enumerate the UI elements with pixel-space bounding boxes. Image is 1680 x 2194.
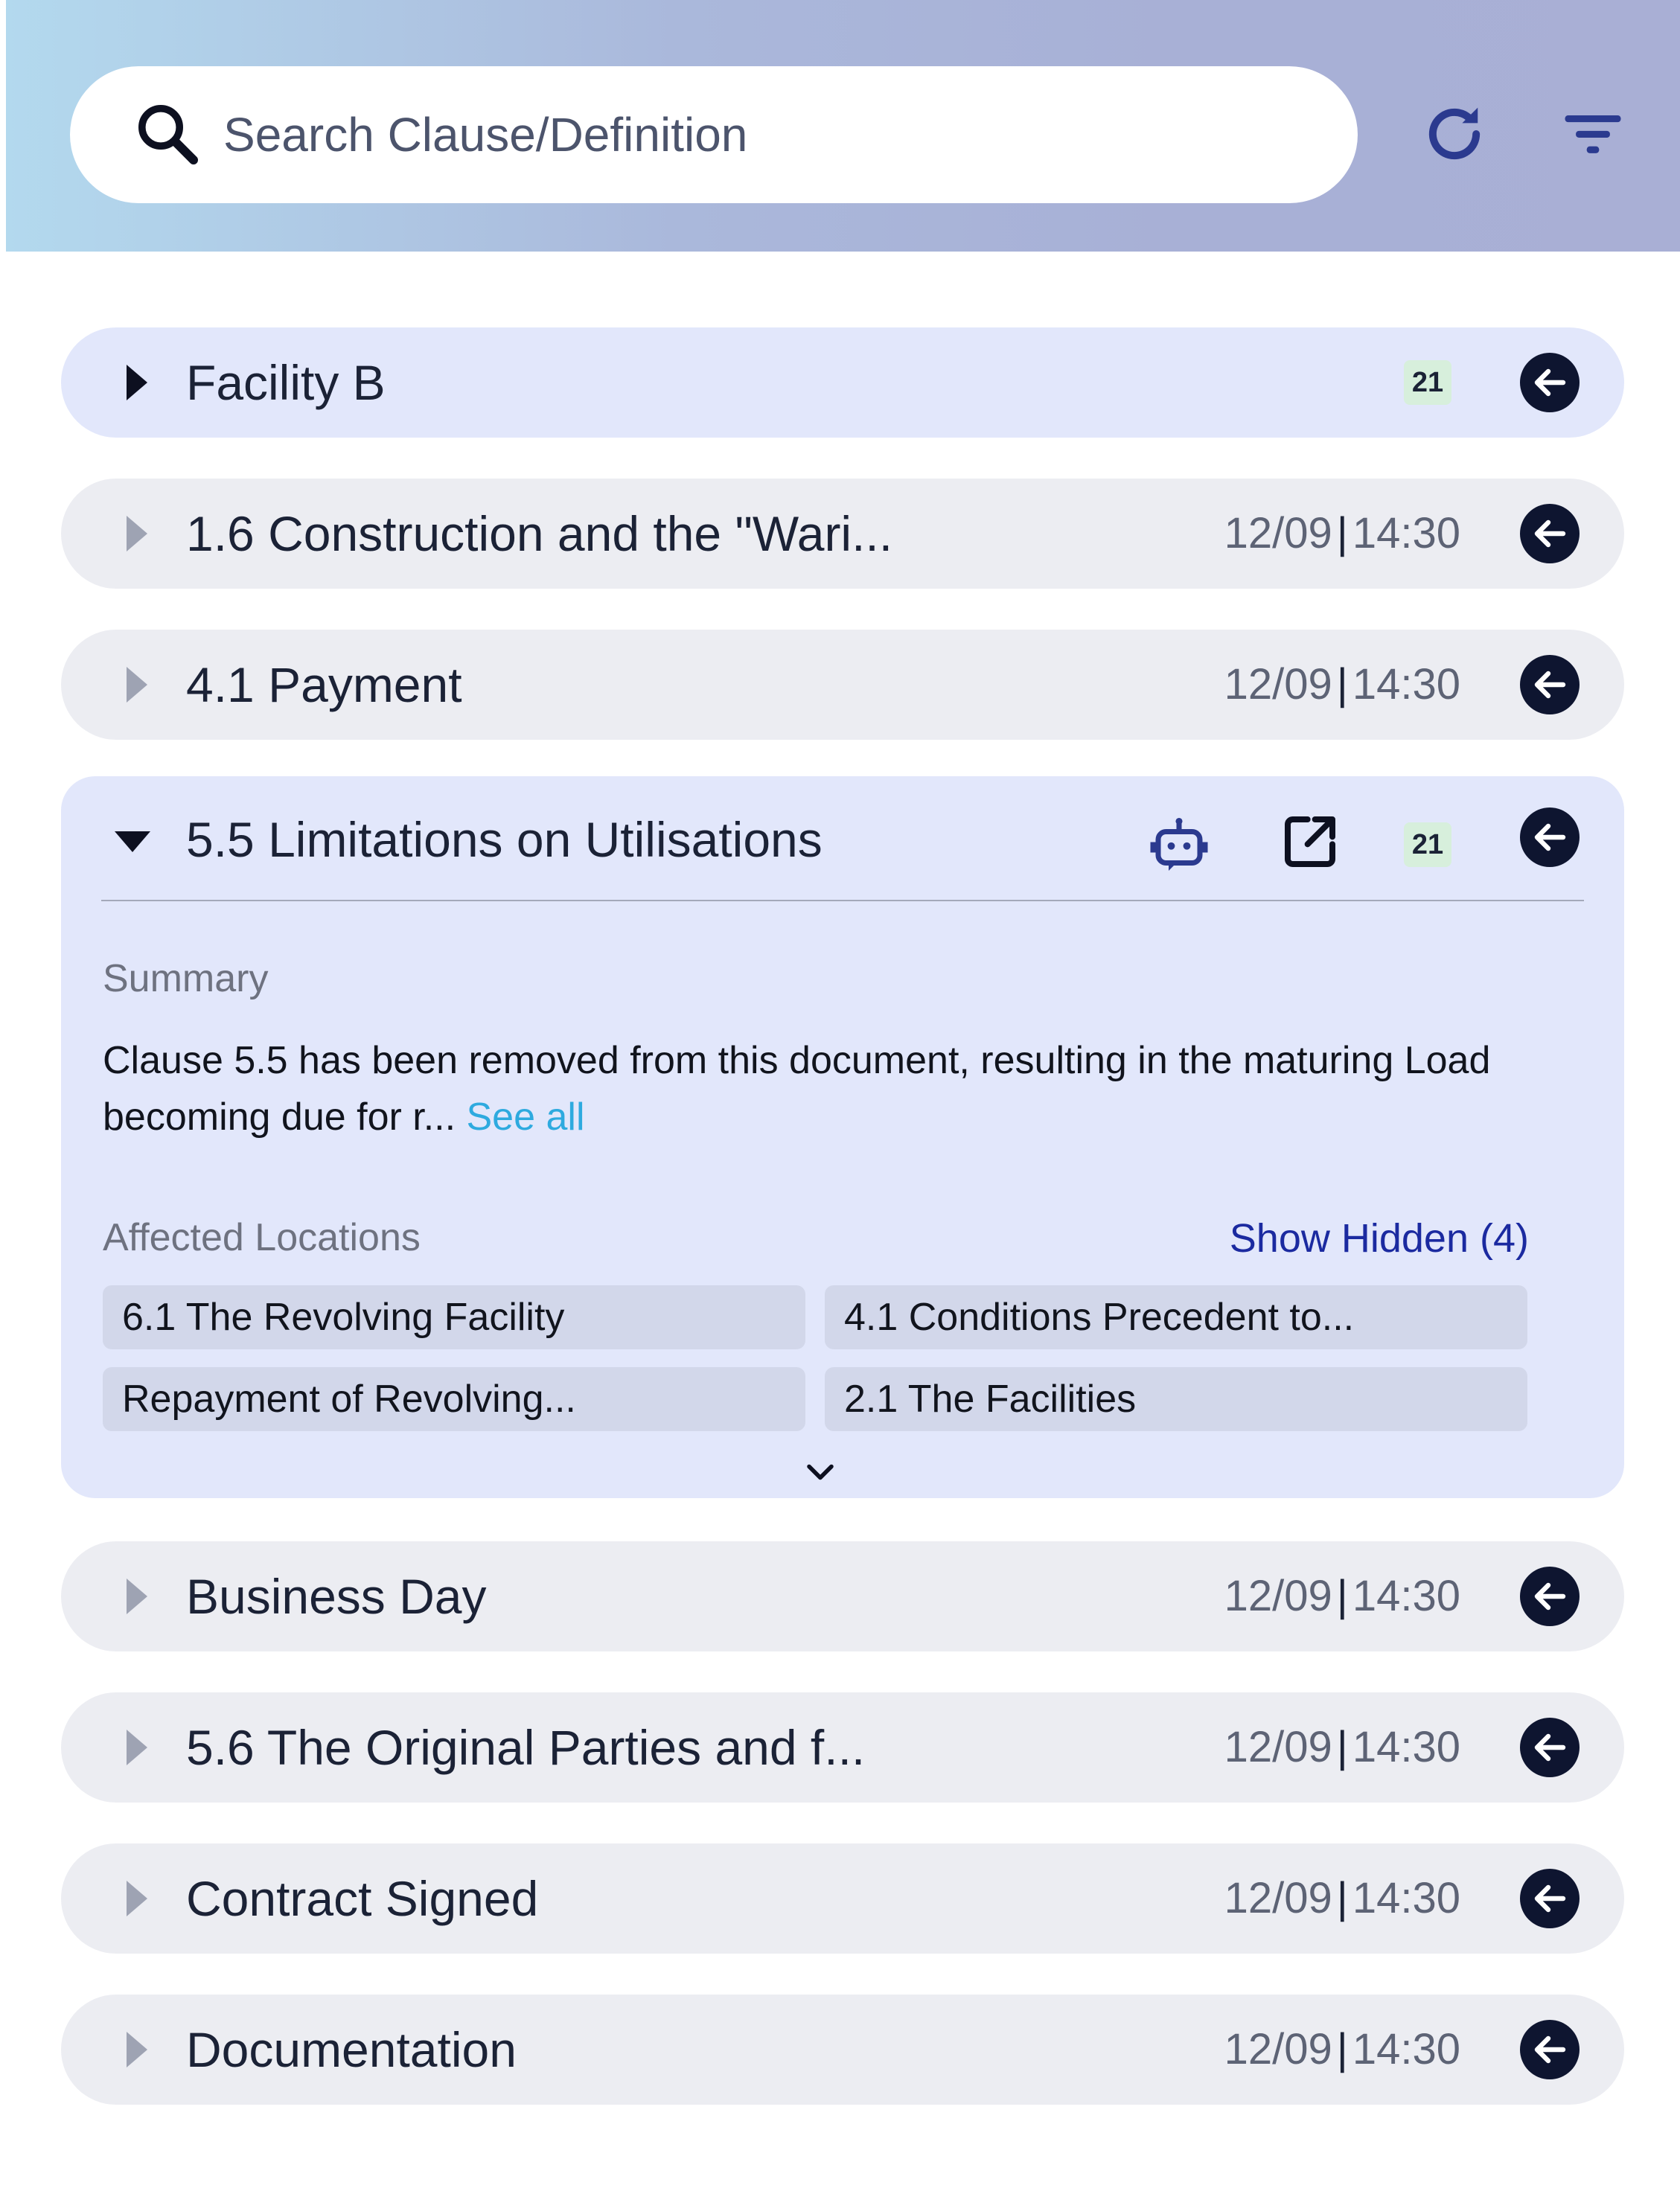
filter-icon xyxy=(1565,115,1621,153)
row-title: 5.6 The Original Parties and f... xyxy=(186,1720,866,1775)
ai-bot-icon[interactable] xyxy=(1148,813,1210,876)
row-timestamp: 12/09 | 14:30 xyxy=(1224,660,1460,709)
caret-right-icon[interactable] xyxy=(121,2029,150,2070)
show-hidden-link[interactable]: Show Hidden (4) xyxy=(1230,1215,1529,1261)
caret-right-icon[interactable] xyxy=(121,1727,150,1768)
arrow-left-icon xyxy=(1520,807,1580,867)
search-bar[interactable] xyxy=(70,66,1358,203)
arrow-left-icon xyxy=(1520,353,1580,412)
row-title: 1.6 Construction and the "Wari... xyxy=(186,506,893,561)
row-timestamp: 12/09 | 14:30 xyxy=(1224,2025,1460,2073)
back-arrow-button[interactable] xyxy=(1520,1567,1580,1626)
row-timestamp: 12/09 | 14:30 xyxy=(1224,509,1460,557)
row-title: Facility B xyxy=(186,355,386,410)
expanded-clause-panel: 5.5 Limitations on Utilisations 21 Summa… xyxy=(61,776,1624,1498)
location-chip[interactable]: 2.1 The Facilities xyxy=(825,1367,1527,1431)
see-all-link[interactable]: See all xyxy=(467,1096,585,1139)
refresh-icon xyxy=(1428,107,1481,160)
count-badge: 21 xyxy=(1404,360,1451,405)
row-title: Business Day xyxy=(186,1569,487,1624)
location-chip[interactable]: 6.1 The Revolving Facility xyxy=(103,1285,805,1349)
open-external-icon[interactable] xyxy=(1280,812,1340,871)
arrow-left-icon xyxy=(1520,1567,1580,1626)
location-chip[interactable]: Repayment of Revolving... xyxy=(103,1367,805,1431)
arrow-left-icon xyxy=(1520,1718,1580,1777)
back-arrow-button[interactable] xyxy=(1520,1718,1580,1777)
list-item[interactable]: 4.1 Payment 12/09 | 14:30 xyxy=(61,630,1624,740)
arrow-left-icon xyxy=(1520,655,1580,714)
chevron-down-icon[interactable] xyxy=(805,1461,835,1483)
back-arrow-button[interactable] xyxy=(1520,807,1580,867)
arrow-left-icon xyxy=(1520,2020,1580,2079)
affected-locations-label: Affected Locations xyxy=(103,1216,421,1259)
caret-right-icon[interactable] xyxy=(121,1576,150,1617)
list-item[interactable]: 1.6 Construction and the "Wari... 12/09 |… xyxy=(61,479,1624,589)
caret-right-icon[interactable] xyxy=(121,362,150,403)
back-arrow-button[interactable] xyxy=(1520,2020,1580,2079)
location-chip[interactable]: 4.1 Conditions Precedent to... xyxy=(825,1285,1527,1349)
filter-button[interactable] xyxy=(1556,97,1630,171)
caret-right-icon[interactable] xyxy=(121,1878,150,1919)
back-arrow-button[interactable] xyxy=(1520,655,1580,714)
row-timestamp: 12/09 | 14:30 xyxy=(1224,1572,1460,1620)
arrow-left-icon xyxy=(1520,1869,1580,1928)
panel-title: 5.5 Limitations on Utilisations xyxy=(186,812,823,867)
arrow-left-icon xyxy=(1520,504,1580,563)
back-arrow-button[interactable] xyxy=(1520,353,1580,412)
back-arrow-button[interactable] xyxy=(1520,1869,1580,1928)
summary-text: Clause 5.5 has been removed from this do… xyxy=(103,1039,1491,1139)
search-input[interactable] xyxy=(222,106,1267,163)
row-title: Documentation xyxy=(186,2022,517,2077)
caret-down-icon[interactable] xyxy=(112,825,153,855)
list-item[interactable]: 5.6 The Original Parties and f... 12/09 |… xyxy=(61,1692,1624,1803)
row-timestamp: 12/09 | 14:30 xyxy=(1224,1723,1460,1771)
row-timestamp: 12/09 | 14:30 xyxy=(1224,1874,1460,1922)
row-title: Contract Signed xyxy=(186,1871,539,1926)
count-badge: 21 xyxy=(1404,822,1451,867)
divider xyxy=(101,900,1584,901)
list-item[interactable]: Business Day 12/09 | 14:30 xyxy=(61,1541,1624,1651)
list-item[interactable]: Contract Signed 12/09 | 14:30 xyxy=(61,1843,1624,1954)
back-arrow-button[interactable] xyxy=(1520,504,1580,563)
summary-label: Summary xyxy=(103,957,269,1000)
row-title: 4.1 Payment xyxy=(186,657,462,712)
list-item[interactable]: Documentation 12/09 | 14:30 xyxy=(61,1995,1624,2105)
header-bar xyxy=(6,0,1680,252)
refresh-button[interactable] xyxy=(1417,97,1492,171)
caret-right-icon[interactable] xyxy=(121,513,150,554)
caret-right-icon[interactable] xyxy=(121,664,150,706)
list-item[interactable]: Facility B 21 xyxy=(61,327,1624,438)
search-icon xyxy=(138,104,198,164)
